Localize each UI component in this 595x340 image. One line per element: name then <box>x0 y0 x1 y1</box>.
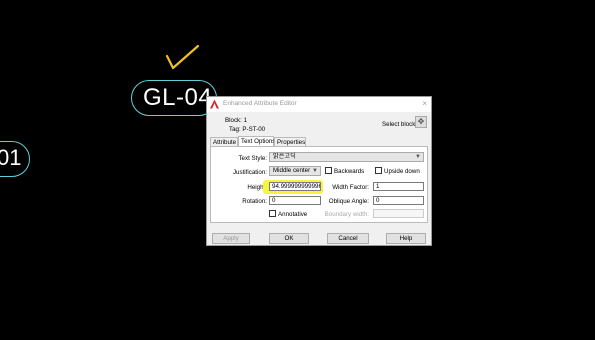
tag-label: Tag: P-ST-00 <box>229 126 266 133</box>
text-options-panel: Text Style: 맑은고딕 ▼ Justification: Middle… <box>210 146 428 223</box>
text-style-value: 맑은고딕 <box>273 153 296 160</box>
apply-button[interactable]: Apply <box>212 233 250 244</box>
oblique-angle-label: Oblique Angle: <box>328 198 369 205</box>
annotative-label: Annotative <box>278 211 308 218</box>
select-object-icon: ✥ <box>417 117 425 126</box>
boundary-width-input <box>373 209 424 218</box>
autocad-logo-icon <box>210 99 219 109</box>
width-factor-input[interactable]: 1 <box>373 182 424 191</box>
height-input[interactable]: 94.9999999999964 <box>269 182 321 191</box>
annotative-checkbox[interactable] <box>269 210 276 217</box>
justification-select[interactable]: Middle center ▼ <box>269 166 321 176</box>
dialog-title: Enhanced Attribute Editor <box>223 100 297 107</box>
title-bar[interactable]: Enhanced Attribute Editor × <box>207 97 431 112</box>
text-style-label: Text Style: <box>238 155 267 162</box>
block-label: Block: 1 <box>225 117 248 124</box>
justification-value: Middle center <box>273 167 311 174</box>
chevron-down-icon: ▼ <box>415 154 421 160</box>
boundary-width-label: Boundary width: <box>324 211 369 218</box>
justification-label: Justification: <box>232 169 267 176</box>
upside-down-label: Upside down <box>384 168 420 175</box>
backwards-checkbox[interactable] <box>325 167 332 174</box>
help-button[interactable]: Help <box>386 233 426 244</box>
close-icon[interactable]: × <box>422 99 427 108</box>
upside-down-checkbox[interactable] <box>375 167 382 174</box>
backwards-label: Backwards <box>334 168 365 175</box>
select-block-button[interactable]: ✥ <box>415 116 427 128</box>
chevron-down-icon: ▼ <box>312 168 318 174</box>
select-block-label: Select block <box>382 121 416 128</box>
cancel-button[interactable]: Cancel <box>327 233 369 244</box>
text-style-select[interactable]: 맑은고딕 ▼ <box>269 152 424 162</box>
tag-text: GL-04 <box>143 84 213 111</box>
ok-button[interactable]: OK <box>269 233 309 244</box>
rotation-input[interactable]: 0 <box>269 196 321 205</box>
width-factor-label: Width Factor: <box>332 184 369 191</box>
oblique-angle-input[interactable]: 0 <box>373 196 424 205</box>
left-bubble-text: 01 <box>0 145 22 170</box>
enhanced-attribute-editor-dialog: Enhanced Attribute Editor × Block: 1 Tag… <box>206 96 432 246</box>
rotation-label: Rotation: <box>242 198 267 205</box>
checkmark-annotation-icon <box>165 44 200 70</box>
